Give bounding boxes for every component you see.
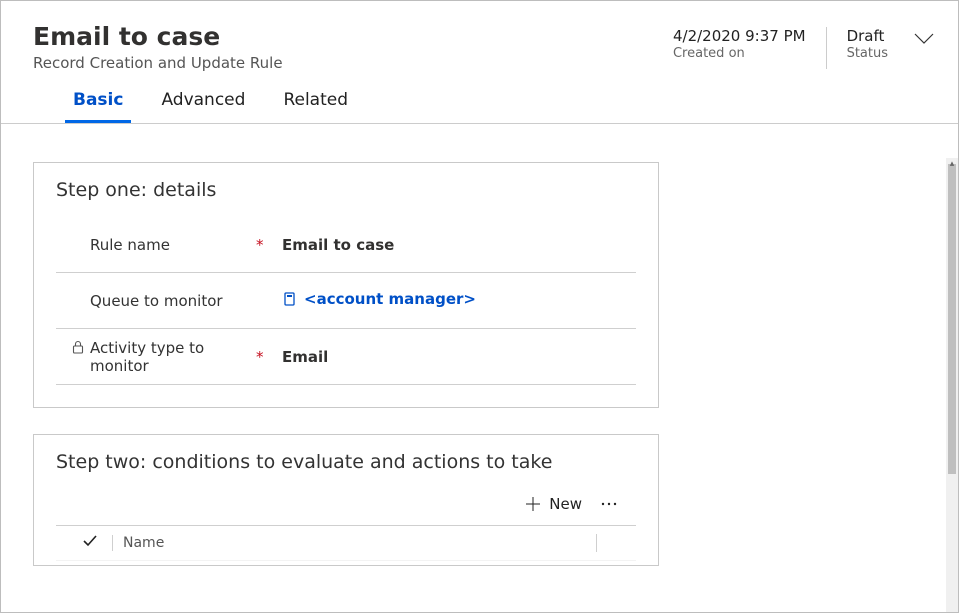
step-two-panel: Step two: conditions to evaluate and act… (33, 434, 659, 566)
tabs-bar: Basic Advanced Related (33, 72, 673, 123)
new-button-label: New (549, 495, 582, 513)
form-scroll-area: Step one: details Rule name * Email to c… (1, 158, 946, 612)
grid-toolbar: New (56, 489, 636, 525)
created-on-label: Created on (673, 46, 806, 61)
step-two-title: Step two: conditions to evaluate and act… (56, 451, 636, 473)
activity-value: Email (278, 348, 636, 366)
scroll-up-arrow[interactable]: ▴ (946, 158, 958, 170)
column-resizer[interactable] (596, 534, 636, 552)
activity-label: Activity type to monitor (90, 339, 240, 375)
status-label: Status (847, 46, 888, 61)
scrollbar-thumb[interactable] (948, 164, 956, 474)
rule-name-label: Rule name (90, 236, 170, 254)
field-rule-name[interactable]: Rule name * Email to case (56, 217, 636, 273)
header-expand-button[interactable] (908, 27, 934, 45)
created-on-value: 4/2/2020 9:37 PM (673, 27, 806, 45)
page-subtitle: Record Creation and Update Rule (33, 54, 673, 72)
page-header: Email to case Record Creation and Update… (1, 1, 958, 124)
content-wrapper: Step one: details Rule name * Email to c… (1, 158, 946, 612)
chevron-down-icon (914, 33, 934, 45)
step-one-panel: Step one: details Rule name * Email to c… (33, 162, 659, 408)
queue-label: Queue to monitor (90, 292, 223, 310)
title-group: Email to case Record Creation and Update… (33, 23, 673, 123)
ellipsis-icon (600, 501, 618, 507)
activity-required: * (256, 348, 278, 366)
vertical-scrollbar[interactable] (946, 158, 958, 612)
rule-name-value[interactable]: Email to case (278, 236, 636, 254)
new-button[interactable]: New (525, 495, 582, 513)
step-one-title: Step one: details (56, 179, 636, 201)
queue-lookup-link[interactable]: <account manager> (282, 290, 476, 308)
lock-icon (72, 339, 86, 358)
tab-related[interactable]: Related (275, 86, 356, 123)
field-activity-type[interactable]: Activity type to monitor * Email (56, 329, 636, 385)
header-meta: 4/2/2020 9:37 PM Created on Draft Status (673, 23, 934, 69)
rule-name-required: * (256, 236, 278, 254)
field-queue[interactable]: Queue to monitor <account manager> (56, 273, 636, 329)
name-column-header[interactable]: Name (112, 535, 596, 551)
tab-advanced[interactable]: Advanced (153, 86, 253, 123)
plus-icon (525, 496, 541, 512)
check-icon (82, 534, 98, 548)
status-value: Draft (847, 27, 888, 45)
select-all-checkbox[interactable] (82, 534, 112, 552)
queue-value: <account manager> (304, 290, 476, 308)
meta-status: Draft Status (826, 27, 888, 69)
more-commands-button[interactable] (600, 501, 618, 507)
tab-basic[interactable]: Basic (65, 86, 131, 123)
grid-header: Name (56, 525, 636, 561)
meta-created: 4/2/2020 9:37 PM Created on (673, 27, 806, 69)
queue-icon (282, 291, 298, 307)
page-title: Email to case (33, 23, 673, 52)
